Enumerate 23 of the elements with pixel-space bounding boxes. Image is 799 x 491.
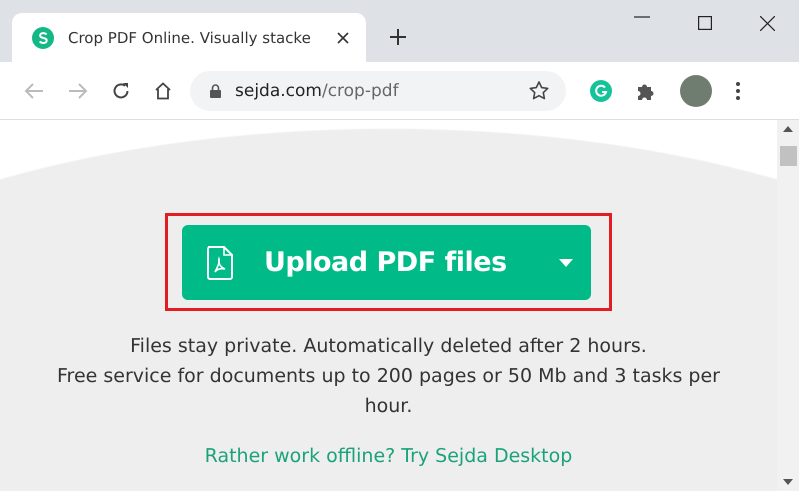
site-logo-icon xyxy=(32,26,54,48)
profile-avatar[interactable] xyxy=(680,74,712,106)
reload-icon[interactable] xyxy=(112,82,130,100)
address-bar[interactable]: sejda.com/crop-pdf xyxy=(190,70,566,110)
info-text: Free service for documents up to 200 pages or 50 Mb and 3 tasks per hour. xyxy=(56,364,721,419)
url-text: sejda.com/crop-pdf xyxy=(235,80,399,100)
tab-title: Crop PDF Online. Visually stacke xyxy=(68,28,312,46)
info-text: Files stay private. Automatically deleted after 2 hours. xyxy=(130,334,647,359)
menu-icon[interactable] xyxy=(736,82,740,100)
scrollbar[interactable] xyxy=(777,120,799,491)
browser-tab[interactable]: Crop PDF Online. Visually stacke xyxy=(12,13,366,62)
lock-icon xyxy=(210,84,221,98)
close-icon[interactable] xyxy=(337,32,349,44)
scroll-down-icon[interactable] xyxy=(783,479,793,485)
scroll-thumb[interactable] xyxy=(780,146,796,166)
scroll-up-icon[interactable] xyxy=(783,126,793,132)
maximize-icon[interactable] xyxy=(698,16,712,30)
close-icon[interactable] xyxy=(760,16,775,31)
star-icon[interactable] xyxy=(529,81,549,100)
pdf-file-icon xyxy=(206,246,234,280)
home-icon[interactable] xyxy=(154,82,172,100)
new-tab-icon[interactable] xyxy=(390,29,406,45)
minimize-icon[interactable] xyxy=(634,16,650,18)
